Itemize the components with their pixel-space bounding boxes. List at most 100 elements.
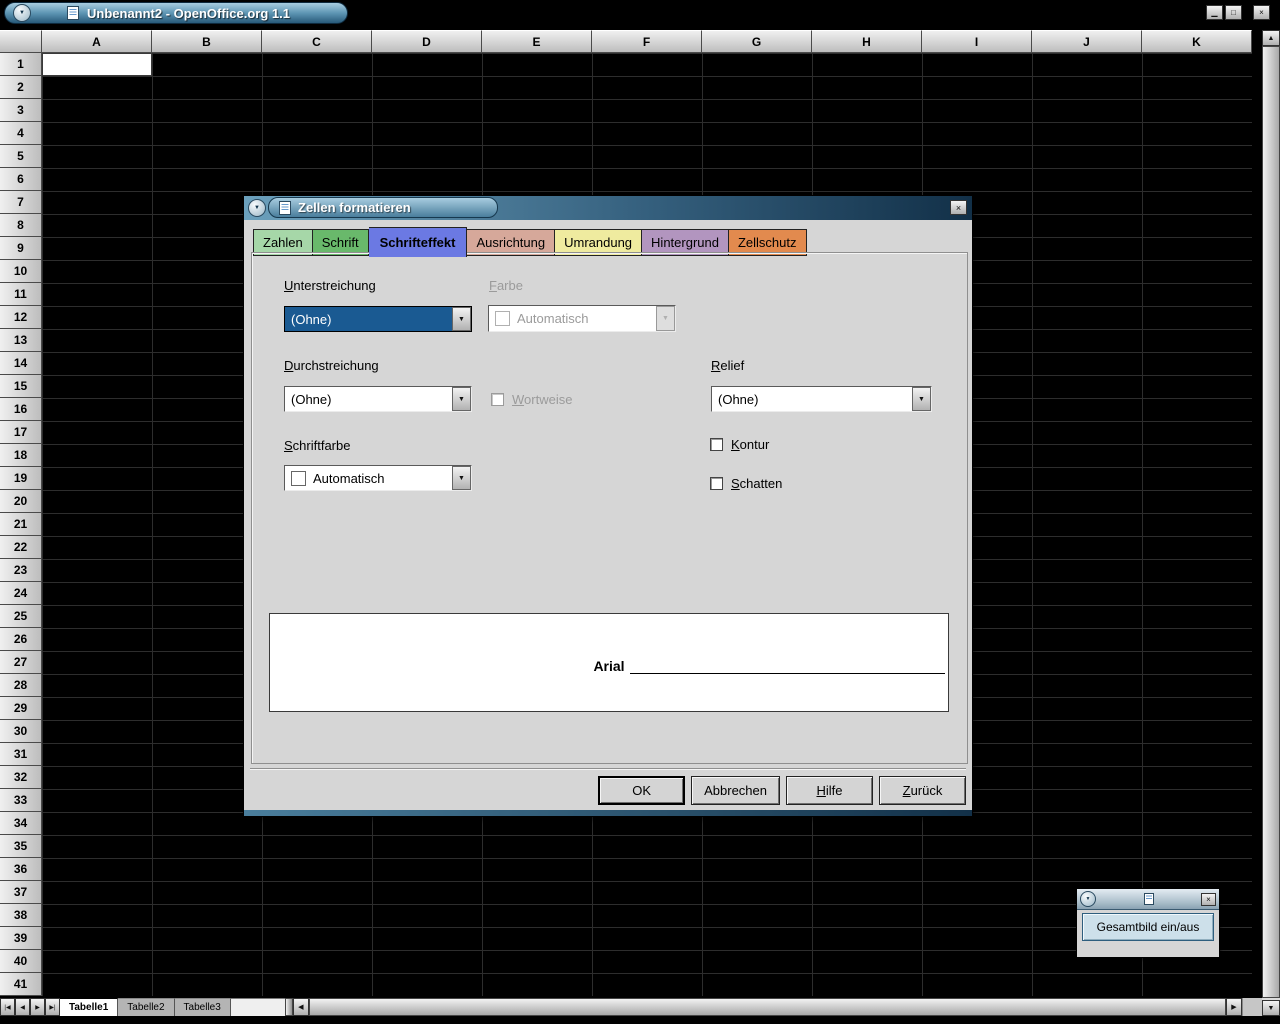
row-header-12[interactable]: 12 [0, 306, 42, 329]
row-header-27[interactable]: 27 [0, 651, 42, 674]
row-header-22[interactable]: 22 [0, 536, 42, 559]
dialog-close-button[interactable]: × [950, 200, 967, 215]
scroll-right-icon[interactable]: ▶ [1226, 998, 1242, 1016]
color-swatch [291, 471, 306, 486]
row-header-38[interactable]: 38 [0, 904, 42, 927]
shadow-checkbox[interactable]: Schatten [710, 476, 782, 491]
row-header-26[interactable]: 26 [0, 628, 42, 651]
font-color-combobox[interactable]: Automatisch ▼ [284, 465, 472, 491]
row-header-2[interactable]: 2 [0, 76, 42, 99]
row-header-16[interactable]: 16 [0, 398, 42, 421]
scroll-left-icon[interactable]: ◀ [293, 998, 309, 1016]
vertical-scrollbar[interactable]: ▲ ▼ [1262, 30, 1280, 1016]
row-header-28[interactable]: 28 [0, 674, 42, 697]
horizontal-scrollbar[interactable]: ◀ ▶ [293, 998, 1242, 1016]
float-window-close-button[interactable]: × [1201, 893, 1216, 906]
gesamtbild-toggle-button[interactable]: Gesamtbild ein/aus [1082, 913, 1214, 941]
row-header-9[interactable]: 9 [0, 237, 42, 260]
underline-label: Unterstreichung [284, 278, 376, 293]
row-header-31[interactable]: 31 [0, 743, 42, 766]
tab-scrollbar-splitter[interactable] [285, 998, 293, 1016]
column-header-a[interactable]: A [42, 30, 152, 53]
sheet-tab-tabelle1[interactable]: Tabelle1 [60, 998, 118, 1016]
dropdown-arrow-icon[interactable]: ▼ [912, 387, 931, 411]
row-header-32[interactable]: 32 [0, 766, 42, 789]
horizontal-scroll-thumb[interactable] [309, 998, 1226, 1016]
column-header-d[interactable]: D [372, 30, 482, 53]
row-header-29[interactable]: 29 [0, 697, 42, 720]
row-header-17[interactable]: 17 [0, 421, 42, 444]
row-header-15[interactable]: 15 [0, 375, 42, 398]
row-header-23[interactable]: 23 [0, 559, 42, 582]
close-button[interactable]: × [1253, 5, 1270, 20]
strikethrough-combobox[interactable]: (Ohne) ▼ [284, 386, 472, 412]
window-controls: ▁ □ × [1206, 5, 1270, 20]
column-header-c[interactable]: C [262, 30, 372, 53]
sheet-tab-tabelle3[interactable]: Tabelle3 [175, 998, 231, 1016]
scroll-down-icon[interactable]: ▼ [1262, 1000, 1280, 1016]
row-header-37[interactable]: 37 [0, 881, 42, 904]
column-header-b[interactable]: B [152, 30, 262, 53]
sheet-tab-tabelle2[interactable]: Tabelle2 [118, 998, 174, 1016]
row-header-19[interactable]: 19 [0, 467, 42, 490]
column-header-k[interactable]: K [1142, 30, 1252, 53]
row-header-34[interactable]: 34 [0, 812, 42, 835]
row-header-13[interactable]: 13 [0, 329, 42, 352]
dropdown-arrow-icon[interactable]: ▼ [452, 307, 471, 331]
navigator-float-window: ▼ × Gesamtbild ein/aus [1076, 888, 1220, 958]
row-header-6[interactable]: 6 [0, 168, 42, 191]
first-sheet-button[interactable]: |◀ [0, 998, 15, 1016]
row-header-7[interactable]: 7 [0, 191, 42, 214]
row-header-35[interactable]: 35 [0, 835, 42, 858]
next-sheet-button[interactable]: ▶ [30, 998, 45, 1016]
row-header-39[interactable]: 39 [0, 927, 42, 950]
ok-button[interactable]: OK [598, 776, 685, 805]
row-header-30[interactable]: 30 [0, 720, 42, 743]
row-header-40[interactable]: 40 [0, 950, 42, 973]
zurueck-button[interactable]: Zurück [879, 776, 966, 805]
underline-combobox[interactable]: (Ohne) ▼ [284, 306, 472, 332]
row-header-14[interactable]: 14 [0, 352, 42, 375]
minimize-button[interactable]: ▁ [1206, 5, 1223, 20]
row-header-33[interactable]: 33 [0, 789, 42, 812]
active-cell-a1[interactable] [42, 53, 152, 76]
dropdown-arrow-icon[interactable]: ▼ [452, 466, 471, 490]
dialog-menu-button[interactable]: ▼ [248, 199, 266, 217]
vertical-scroll-thumb[interactable] [1262, 46, 1280, 998]
previous-sheet-button[interactable]: ◀ [15, 998, 30, 1016]
row-header-4[interactable]: 4 [0, 122, 42, 145]
scroll-up-icon[interactable]: ▲ [1262, 30, 1280, 46]
row-header-8[interactable]: 8 [0, 214, 42, 237]
row-header-36[interactable]: 36 [0, 858, 42, 881]
row-header-5[interactable]: 5 [0, 145, 42, 168]
row-header-3[interactable]: 3 [0, 99, 42, 122]
column-header-e[interactable]: E [482, 30, 592, 53]
relief-combobox[interactable]: (Ohne) ▼ [711, 386, 932, 412]
row-header-25[interactable]: 25 [0, 605, 42, 628]
column-header-f[interactable]: F [592, 30, 702, 53]
abbrechen-button[interactable]: Abbrechen [691, 776, 780, 805]
tab-schrifteffekt[interactable]: Schrifteffekt [369, 227, 468, 257]
last-sheet-button[interactable]: ▶| [45, 998, 60, 1016]
row-header-10[interactable]: 10 [0, 260, 42, 283]
row-header-11[interactable]: 11 [0, 283, 42, 306]
column-header-g[interactable]: G [702, 30, 812, 53]
hilfe-button[interactable]: Hilfe [786, 776, 873, 805]
column-header-h[interactable]: H [812, 30, 922, 53]
outline-checkbox[interactable]: Kontur [710, 437, 769, 452]
row-header-1[interactable]: 1 [0, 53, 42, 76]
row-header-24[interactable]: 24 [0, 582, 42, 605]
checkbox-box-icon[interactable] [710, 438, 723, 451]
row-header-21[interactable]: 21 [0, 513, 42, 536]
maximize-button[interactable]: □ [1225, 5, 1242, 20]
float-window-menu-button[interactable]: ▼ [1080, 891, 1096, 907]
row-header-20[interactable]: 20 [0, 490, 42, 513]
row-header-18[interactable]: 18 [0, 444, 42, 467]
dropdown-arrow-icon[interactable]: ▼ [452, 387, 471, 411]
row-header-41[interactable]: 41 [0, 973, 42, 996]
window-menu-button[interactable]: ▼ [13, 4, 31, 22]
checkbox-box-icon[interactable] [710, 477, 723, 490]
select-all-corner[interactable] [0, 30, 42, 53]
column-header-i[interactable]: I [922, 30, 1032, 53]
column-header-j[interactable]: J [1032, 30, 1142, 53]
